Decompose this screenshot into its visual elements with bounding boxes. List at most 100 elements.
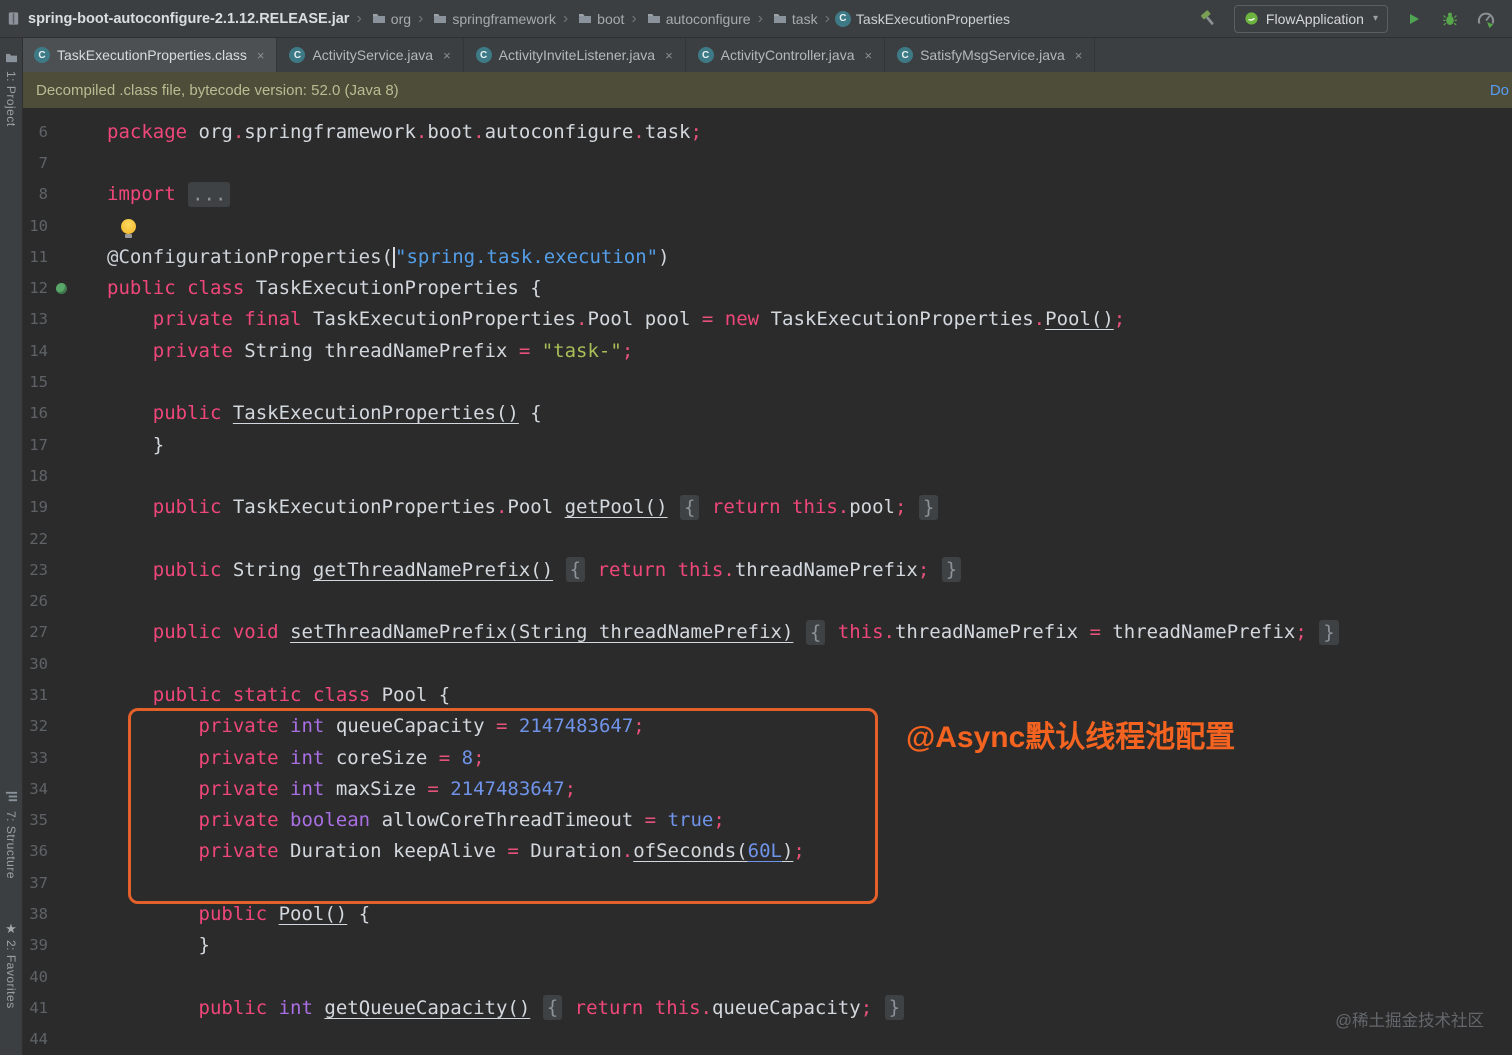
line-number[interactable]: 14 (22, 342, 48, 360)
line-number[interactable]: 44 (22, 1030, 48, 1048)
code-line[interactable]: 11 @ConfigurationProperties("spring.task… (22, 241, 1512, 272)
code-line[interactable]: 41 public int getQueueCapacity() { retur… (22, 992, 1512, 1023)
tool-stripe-favorites[interactable]: ★ 2: Favorites (0, 922, 22, 1009)
line-number[interactable]: 30 (22, 655, 48, 673)
code-text: private int maxSize = 2147483647; (74, 778, 577, 800)
line-number[interactable]: 8 (22, 185, 48, 203)
fold-placeholder[interactable]: } (1319, 619, 1339, 645)
fold-placeholder[interactable]: { (680, 494, 700, 520)
code-line[interactable]: 12 public class TaskExecutionProperties … (22, 272, 1512, 303)
fold-placeholder[interactable]: } (941, 557, 962, 583)
code-line[interactable]: 27 public void setThreadNamePrefix(Strin… (22, 617, 1512, 648)
run-configuration-selector[interactable]: FlowApplication ▾ (1233, 4, 1388, 33)
line-number[interactable]: 39 (22, 936, 48, 954)
code-editor[interactable]: 6 package org.springframework.boot.autoc… (22, 108, 1512, 1055)
tool-stripe-structure[interactable]: 7: Structure (0, 790, 22, 879)
code-line[interactable]: 39 } (22, 930, 1512, 961)
line-number[interactable]: 12 (22, 279, 48, 297)
intention-bulb-icon[interactable] (121, 218, 137, 238)
fold-placeholder[interactable]: { (542, 995, 563, 1021)
breadcrumb-segment[interactable]: › springframework (411, 10, 556, 27)
code-line[interactable]: 15 (22, 366, 1512, 397)
line-number[interactable]: 33 (22, 749, 48, 767)
line-number[interactable]: 38 (22, 905, 48, 923)
code-line[interactable]: 36 private Duration keepAlive = Duration… (22, 836, 1512, 867)
line-number[interactable]: 23 (22, 561, 48, 579)
code-line[interactable]: 31 public static class Pool { (22, 679, 1512, 710)
editor-tab[interactable]: C TaskExecutionProperties.class × (22, 38, 278, 72)
code-line[interactable]: 19 public TaskExecutionProperties.Pool g… (22, 492, 1512, 523)
breadcrumb-segment[interactable]: › task (751, 10, 818, 27)
line-number[interactable]: 19 (22, 498, 48, 516)
line-number[interactable]: 40 (22, 968, 48, 986)
line-number[interactable]: 36 (22, 842, 48, 860)
fold-placeholder[interactable]: { (565, 557, 586, 583)
line-number[interactable]: 22 (22, 530, 48, 548)
fold-placeholder[interactable]: } (884, 995, 905, 1021)
code-line[interactable]: 23 public String getThreadNamePrefix() {… (22, 554, 1512, 585)
tab-close-icon[interactable]: × (257, 48, 265, 63)
line-number[interactable]: 10 (22, 217, 48, 235)
fold-placeholder[interactable]: { (805, 619, 826, 645)
debug-bug-icon[interactable] (1440, 9, 1460, 29)
line-number[interactable]: 15 (22, 373, 48, 391)
profiler-icon[interactable] (1476, 9, 1496, 29)
code-line[interactable]: 14 private String threadNamePrefix = "ta… (22, 335, 1512, 366)
breadcrumb-segment[interactable]: › boot (556, 10, 625, 27)
code-line[interactable]: 26 (22, 585, 1512, 616)
breadcrumb-segment[interactable]: › autoconfigure (624, 10, 750, 27)
breadcrumb-segment[interactable]: › org (349, 10, 411, 27)
line-number[interactable]: 35 (22, 811, 48, 829)
code-line[interactable]: 6 package org.springframework.boot.autoc… (22, 116, 1512, 147)
editor-tab[interactable]: C SatisfyMsgService.java × (885, 38, 1096, 72)
line-number[interactable]: 17 (22, 436, 48, 454)
line-number[interactable]: 32 (22, 717, 48, 735)
editor-tab[interactable]: C ActivityService.java × (277, 38, 464, 72)
breadcrumb-jar-name[interactable]: spring-boot-autoconfigure-2.1.12.RELEASE… (28, 11, 349, 27)
tool-stripe-project[interactable]: 1: Project (0, 52, 22, 127)
line-number[interactable]: 13 (22, 310, 48, 328)
code-line[interactable]: 17 } (22, 429, 1512, 460)
build-hammer-icon[interactable] (1198, 9, 1218, 29)
line-number[interactable]: 7 (22, 154, 48, 172)
code-line[interactable]: 32 private int queueCapacity = 214748364… (22, 711, 1512, 742)
line-number[interactable]: 27 (22, 623, 48, 641)
line-number[interactable]: 31 (22, 686, 48, 704)
run-button[interactable] (1404, 9, 1424, 29)
code-line[interactable]: 8 import ... (22, 179, 1512, 210)
code-line[interactable]: 37 (22, 867, 1512, 898)
editor-tab[interactable]: C ActivityInviteListener.java × (464, 38, 686, 72)
line-number[interactable]: 18 (22, 467, 48, 485)
banner-link[interactable]: Do (1490, 82, 1509, 99)
line-number[interactable]: 16 (22, 404, 48, 422)
line-number[interactable]: 6 (22, 123, 48, 141)
line-number[interactable]: 26 (22, 592, 48, 610)
fold-placeholder[interactable]: } (918, 494, 939, 520)
line-number[interactable]: 41 (22, 999, 48, 1017)
code-token: "task-" (541, 339, 622, 362)
code-line[interactable]: 40 (22, 961, 1512, 992)
code-line[interactable]: 33 private int coreSize = 8; (22, 742, 1512, 773)
code-line[interactable]: 16 public TaskExecutionProperties() { (22, 398, 1512, 429)
tab-close-icon[interactable]: × (1075, 48, 1083, 63)
editor-tab[interactable]: C ActivityController.java × (686, 38, 886, 72)
code-line[interactable]: 35 private boolean allowCoreThreadTimeou… (22, 805, 1512, 836)
line-number[interactable]: 11 (22, 248, 48, 266)
code-line[interactable]: 30 (22, 648, 1512, 679)
code-line[interactable]: 22 (22, 523, 1512, 554)
fold-placeholder[interactable]: ... (188, 181, 231, 207)
tab-close-icon[interactable]: × (864, 48, 872, 63)
breadcrumb-class-name[interactable]: TaskExecutionProperties (856, 11, 1010, 27)
code-line[interactable]: 13 private final TaskExecutionProperties… (22, 304, 1512, 335)
line-number[interactable]: 34 (22, 780, 48, 798)
code-line[interactable]: 34 private int maxSize = 2147483647; (22, 773, 1512, 804)
code-line[interactable]: 38 public Pool() { (22, 898, 1512, 929)
code-line[interactable]: 10 (22, 210, 1512, 241)
tab-close-icon[interactable]: × (443, 48, 451, 63)
spring-bean-icon[interactable] (48, 283, 74, 294)
tab-close-icon[interactable]: × (665, 48, 673, 63)
line-number[interactable]: 37 (22, 874, 48, 892)
code-line[interactable]: 7 (22, 147, 1512, 178)
code-line[interactable]: 18 (22, 460, 1512, 491)
code-line[interactable]: 44 (22, 1024, 1512, 1055)
